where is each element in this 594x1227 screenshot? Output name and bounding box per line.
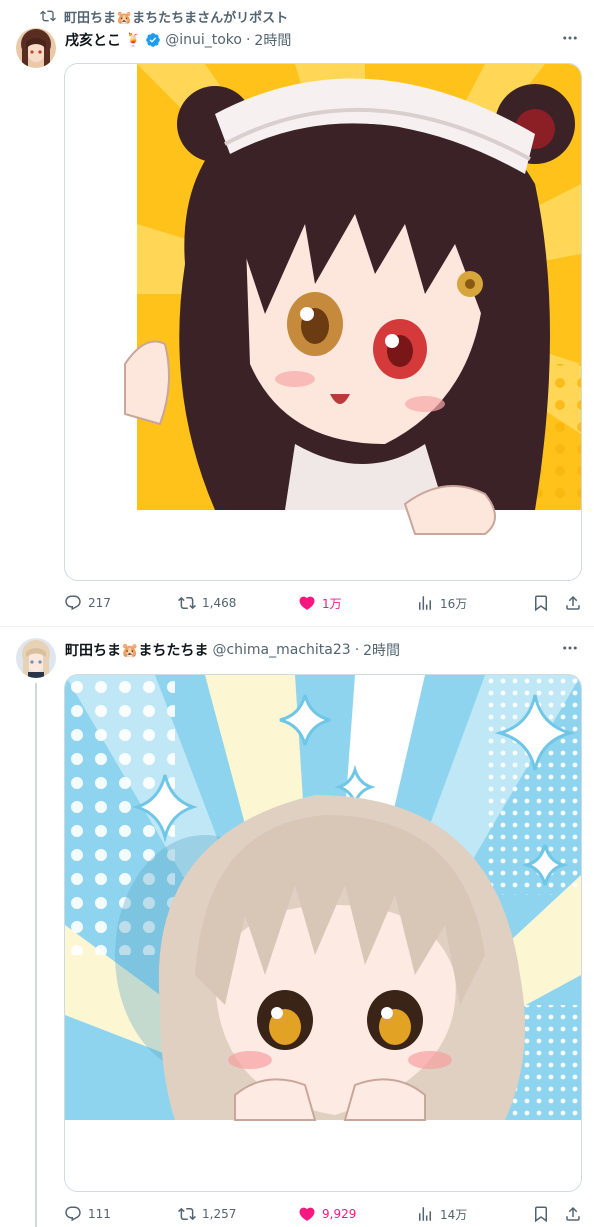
media-illustration (65, 675, 581, 1191)
thread-line (35, 683, 37, 1227)
repost-button[interactable]: 1,468 (178, 594, 236, 612)
avatar[interactable] (16, 638, 56, 678)
post-media[interactable] (64, 674, 582, 1192)
author-handle[interactable]: @chima_machita23 (212, 642, 350, 658)
views-button[interactable]: 16万 (416, 594, 467, 612)
repost-count: 1,257 (202, 1207, 237, 1221)
post-media[interactable] (64, 63, 582, 581)
media-illustration (65, 64, 581, 580)
verified-badge-icon (146, 33, 161, 47)
views-icon (419, 1207, 431, 1221)
post-time[interactable]: 2時間 (254, 30, 291, 50)
more-icon (563, 646, 577, 650)
views-button[interactable]: 14万 (416, 1205, 467, 1223)
views-count: 14万 (440, 1207, 468, 1222)
reply-count: 111 (88, 1207, 111, 1221)
views-icon (419, 596, 431, 610)
separator-dot: · (245, 32, 251, 48)
action-bar: 111 1,257 9,929 14万 (64, 1203, 582, 1225)
post-time[interactable]: 2時間 (363, 640, 400, 660)
more-button[interactable] (560, 28, 580, 48)
share-button[interactable] (564, 594, 582, 612)
separator-dot: · (354, 642, 360, 658)
repost-icon (178, 1207, 196, 1221)
like-icon (299, 1207, 315, 1221)
bookmark-button[interactable] (532, 594, 550, 612)
more-icon (563, 36, 577, 40)
views-count: 16万 (440, 596, 468, 611)
like-button[interactable]: 1万 (298, 594, 342, 612)
post-header: 戌亥とこ 🍹 @inui_toko · 2時間 (65, 30, 291, 50)
reply-icon (65, 595, 81, 611)
bookmark-button[interactable] (532, 1205, 550, 1223)
bookmark-icon (535, 595, 547, 612)
reply-button[interactable]: 217 (64, 594, 111, 612)
bookmark-icon (535, 1206, 547, 1223)
like-count: 9,929 (322, 1207, 357, 1221)
post-header: 町田ちま🐹まちたちま @chima_machita23 · 2時間 (65, 640, 400, 660)
author-handle[interactable]: @inui_toko (165, 32, 242, 48)
repost-banner-text: 町田ちま🐹まちたちまさんがリポスト (64, 10, 289, 26)
repost-button[interactable]: 1,257 (178, 1205, 236, 1223)
repost-icon (40, 10, 56, 22)
reply-count: 217 (88, 596, 111, 610)
repost-banner[interactable]: 町田ちま🐹まちたちまさんがリポスト (40, 6, 288, 26)
reply-button[interactable]: 111 (64, 1205, 111, 1223)
author-name[interactable]: 町田ちま🐹まちたちま (65, 640, 208, 660)
avatar-image (16, 638, 56, 678)
action-bar: 217 1,468 1万 16万 (64, 592, 582, 614)
reply-icon (65, 1206, 81, 1222)
share-button[interactable] (564, 1205, 582, 1223)
repost-count: 1,468 (202, 596, 237, 610)
avatar[interactable] (16, 28, 56, 68)
avatar-image (16, 28, 56, 68)
like-button[interactable]: 9,929 (298, 1205, 356, 1223)
more-button[interactable] (560, 638, 580, 658)
post-1[interactable]: 町田ちま🐹まちたちまさんがリポスト 戌亥とこ 🍹 @inui_toko · 2時… (0, 0, 594, 627)
name-emoji: 🍹 (125, 32, 142, 48)
repost-icon (178, 596, 196, 610)
share-icon (566, 595, 580, 610)
like-icon (299, 596, 315, 610)
post-2[interactable]: 町田ちま🐹まちたちま @chima_machita23 · 2時間 111 1,… (0, 627, 594, 1227)
share-icon (566, 1206, 580, 1221)
author-name[interactable]: 戌亥とこ (65, 30, 121, 50)
like-count: 1万 (322, 596, 342, 611)
